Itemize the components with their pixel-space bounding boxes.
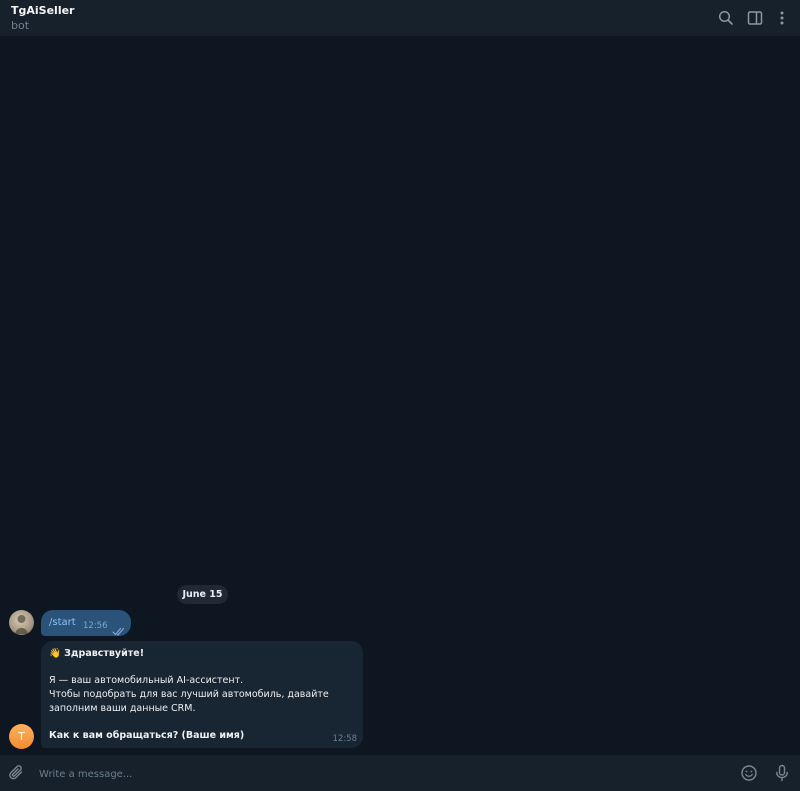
message-text-line: Я — ваш автомобильный AI-ассистент.: [49, 675, 244, 686]
chat-title[interactable]: TgAiSeller: [11, 4, 74, 17]
chat-subtitle: bot: [11, 19, 30, 32]
sidebar-toggle-icon[interactable]: [746, 9, 764, 27]
message-text-line: Чтобы подобрать для вас лучший автомобил…: [49, 689, 329, 700]
message-time: 12:56: [83, 621, 108, 631]
greeting-text: 👋 Здравствуйте!: [49, 648, 145, 659]
emoji-icon[interactable]: [740, 764, 758, 782]
attach-icon[interactable]: [8, 764, 26, 782]
date-separator: June 15: [177, 585, 228, 604]
double-check-icon: [112, 621, 126, 640]
message-text-line: заполним ваши данные CRM.: [49, 703, 196, 714]
bot-command-link[interactable]: /start: [49, 617, 76, 628]
microphone-icon[interactable]: [773, 764, 791, 782]
message-list[interactable]: June 15 /start 12:56 👋 Здравствуйте! Я —…: [0, 37, 800, 755]
incoming-message[interactable]: 👋 Здравствуйте! Я — ваш автомобильный AI…: [41, 641, 363, 748]
chat-header[interactable]: TgAiSeller bot: [0, 0, 800, 37]
more-vertical-icon[interactable]: [773, 9, 791, 27]
bot-avatar[interactable]: T: [9, 724, 34, 749]
user-avatar[interactable]: [9, 610, 34, 635]
search-icon[interactable]: [717, 9, 735, 27]
message-composer: [0, 755, 800, 791]
outgoing-message[interactable]: /start 12:56: [41, 610, 131, 636]
telegram-chat-window: TgAiSeller bot June 15 /start 12:56 👋 Зд…: [0, 0, 800, 791]
message-time: 12:58: [332, 734, 358, 744]
question-text: Как к вам обращаться? (Ваше имя): [49, 730, 245, 741]
message-input[interactable]: [37, 763, 721, 785]
